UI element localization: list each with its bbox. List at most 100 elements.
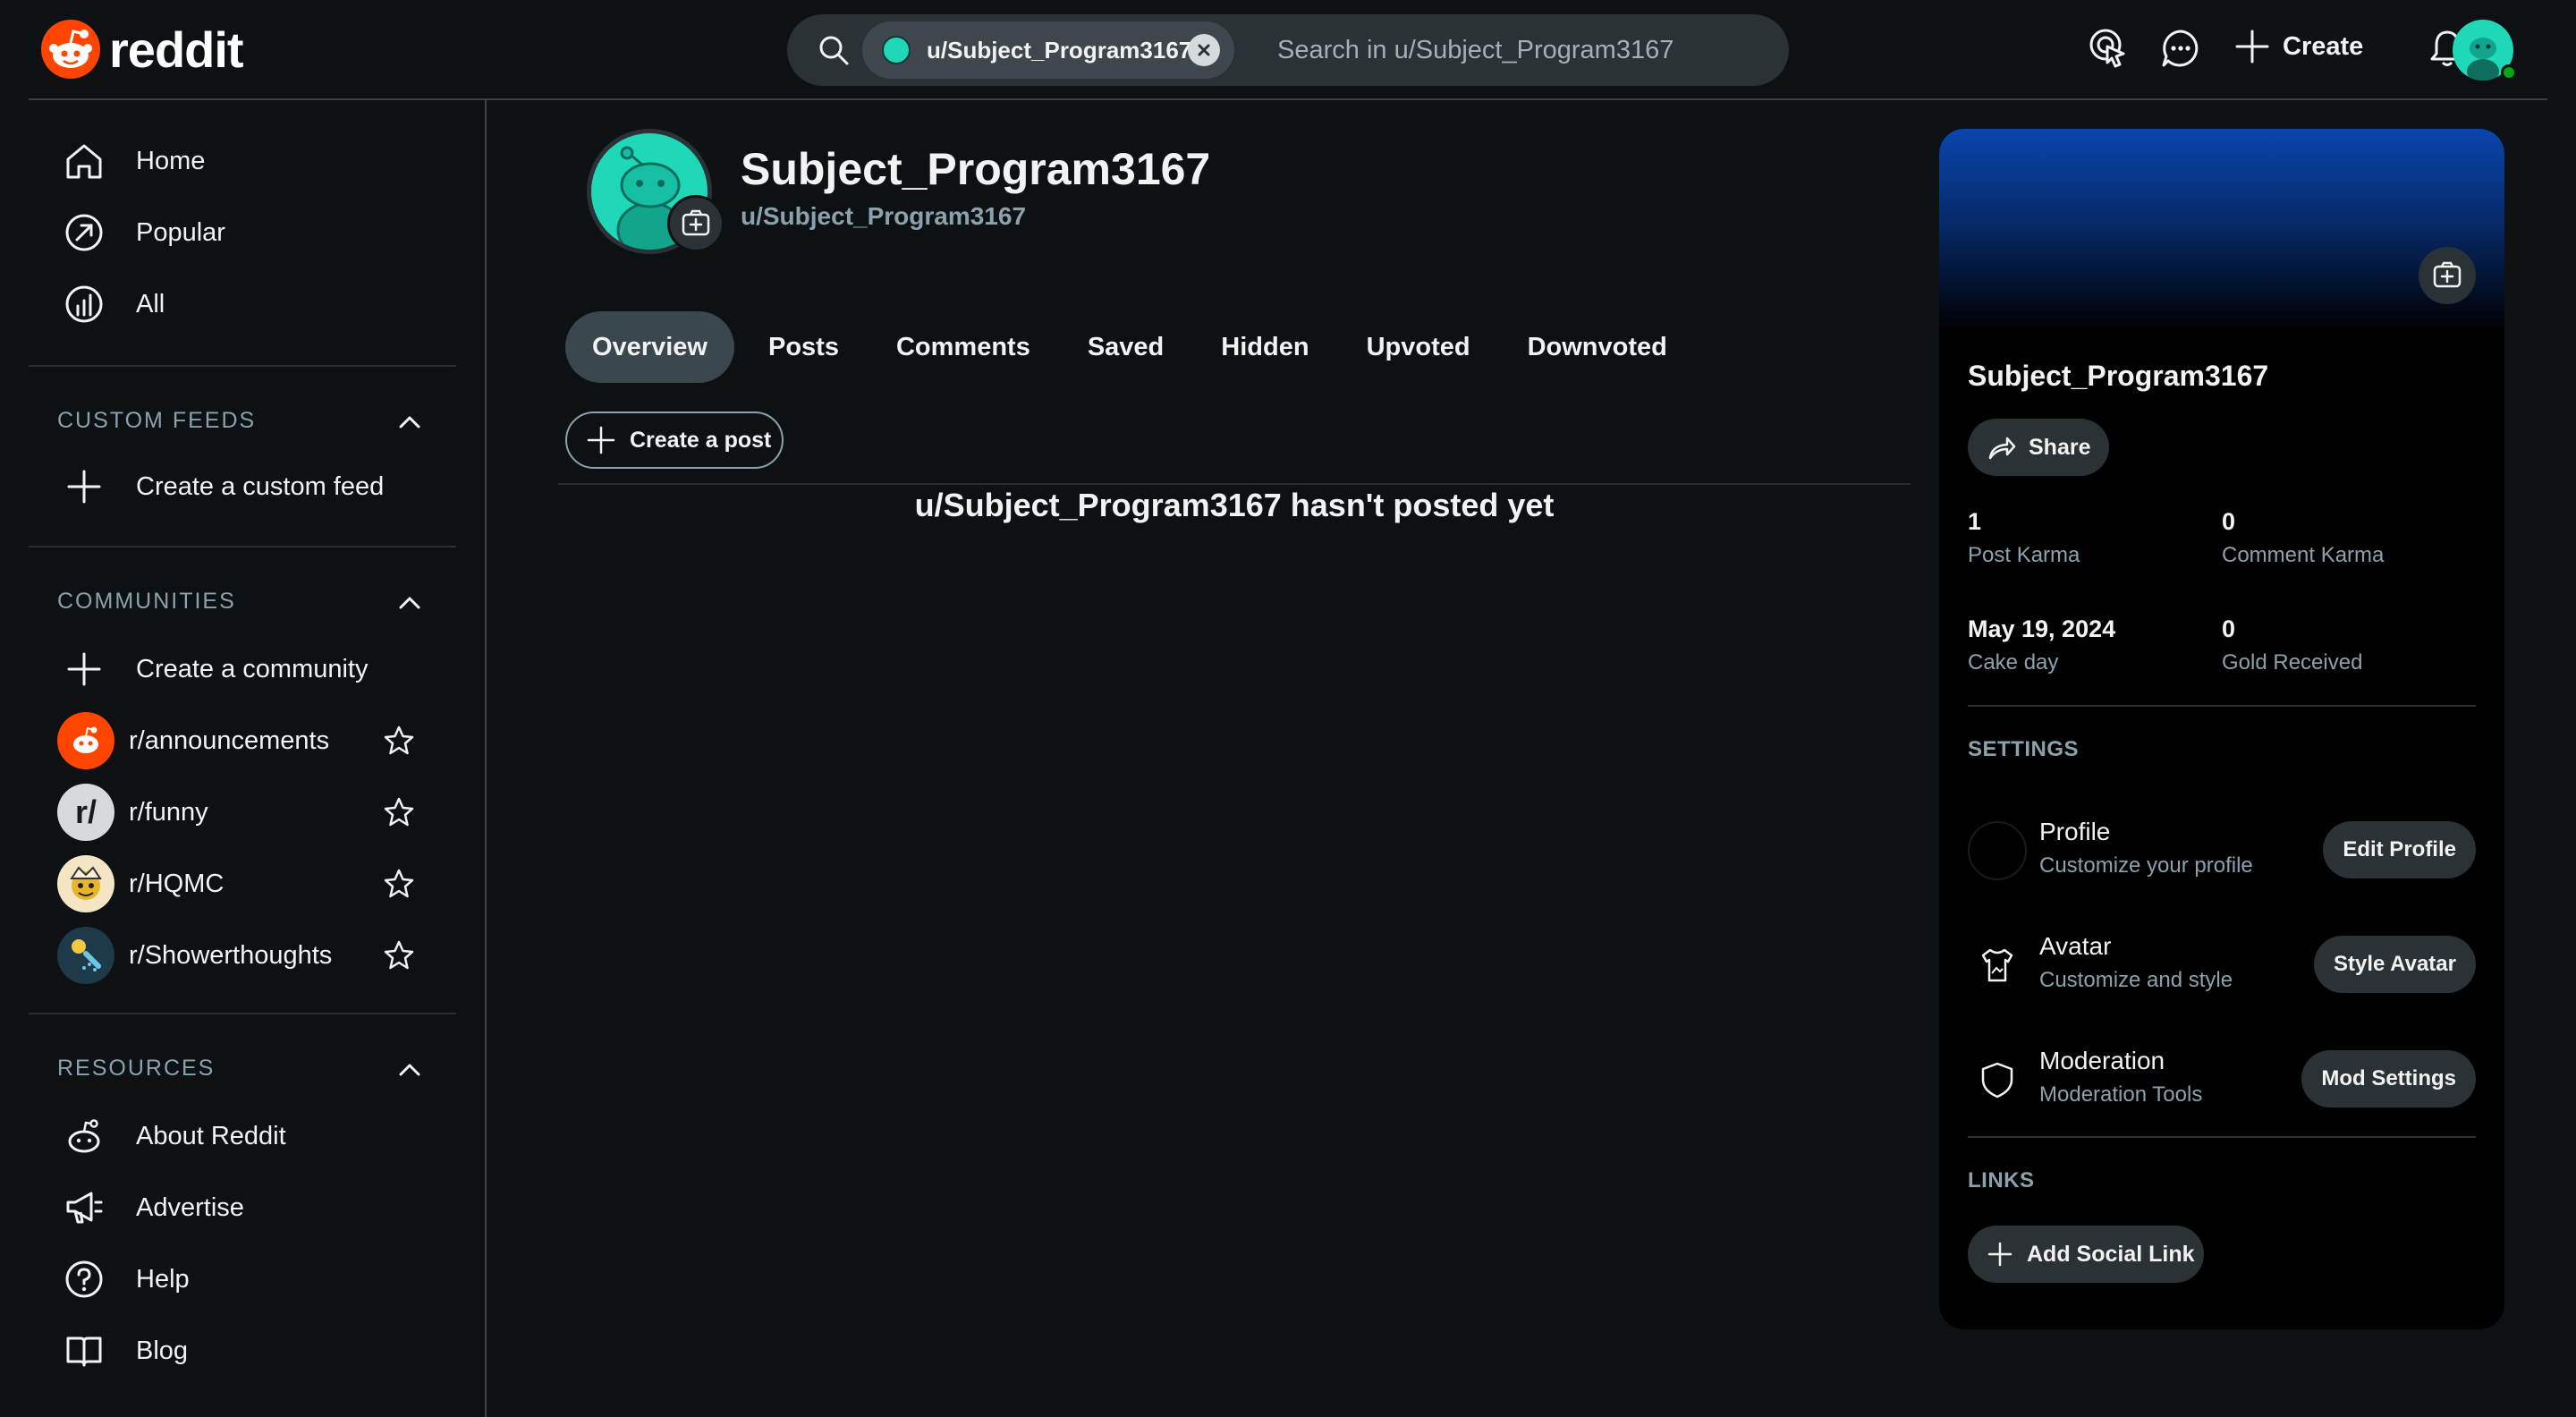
create-post-button[interactable]: Create a post xyxy=(565,412,784,469)
setting-title: Avatar xyxy=(2039,932,2112,960)
tab-saved[interactable]: Saved xyxy=(1068,311,1183,383)
search-scope-chip[interactable]: u/Subject_Program3167 xyxy=(862,21,1234,79)
hqmc-community-icon xyxy=(57,855,114,912)
community-label: r/announcements xyxy=(129,725,330,755)
edit-banner-button[interactable] xyxy=(2419,247,2476,304)
advertise-cursor-icon[interactable] xyxy=(2088,27,2131,70)
tab-overview[interactable]: Overview xyxy=(565,311,734,383)
feed-divider xyxy=(558,483,1911,485)
custom-feeds-heading[interactable]: CUSTOM FEEDS xyxy=(57,408,256,434)
megaphone-icon xyxy=(66,1192,103,1224)
mod-settings-button[interactable]: Mod Settings xyxy=(2301,1050,2476,1107)
search-scope-label: u/Subject_Program3167 xyxy=(927,36,1192,64)
add-social-link-label: Add Social Link xyxy=(2027,1241,2195,1267)
search-icon xyxy=(819,36,849,65)
stat-post-karma: 1 Post Karma xyxy=(1968,508,2080,568)
chat-icon[interactable] xyxy=(2159,27,2202,70)
logo-wordmark: reddit xyxy=(109,21,244,78)
sidebar-item-advertise[interactable]: Advertise xyxy=(64,1179,244,1236)
plus-icon xyxy=(587,426,615,454)
star-icon[interactable] xyxy=(383,725,415,757)
stat-gold-received: 0 Gold Received xyxy=(2222,615,2362,675)
card-divider xyxy=(1968,705,2476,707)
create-custom-feed[interactable]: Create a custom feed xyxy=(64,458,384,515)
style-avatar-button[interactable]: Style Avatar xyxy=(2314,936,2476,993)
setting-title: Moderation xyxy=(2039,1047,2165,1074)
tab-upvoted[interactable]: Upvoted xyxy=(1347,311,1490,383)
add-image-icon xyxy=(2433,261,2462,288)
star-icon[interactable] xyxy=(383,939,415,972)
stat-label: Post Karma xyxy=(1968,543,2080,567)
profile-settings-icon xyxy=(1968,821,2027,880)
add-social-link-button[interactable]: Add Social Link xyxy=(1968,1226,2204,1283)
sidebar-divider xyxy=(29,365,456,367)
add-image-icon xyxy=(682,209,710,236)
chevron-up-icon[interactable] xyxy=(397,410,422,435)
stat-label: Cake day xyxy=(1968,650,2059,675)
shield-icon xyxy=(1968,1050,2027,1109)
sidebar-item-home[interactable]: Home xyxy=(64,132,205,190)
empty-feed-message: u/Subject_Program3167 hasn't posted yet xyxy=(914,487,1555,523)
sidebar-item-about-reddit[interactable]: About Reddit xyxy=(64,1107,286,1165)
tab-posts[interactable]: Posts xyxy=(749,311,859,383)
left-sidebar: Home Popular All CUSTOM FEEDS Create a c… xyxy=(29,100,487,1417)
profile-handle: u/Subject_Program3167 xyxy=(741,202,1027,230)
share-button[interactable]: Share xyxy=(1968,419,2109,476)
community-item-funny[interactable]: r/ r/funny xyxy=(57,784,208,841)
community-item-showerthoughts[interactable]: r/Showerthoughts xyxy=(57,927,332,984)
setting-subtitle: Customize your profile xyxy=(2039,853,2253,878)
tab-downvoted[interactable]: Downvoted xyxy=(1508,311,1687,383)
sidebar-item-all[interactable]: All xyxy=(64,276,165,333)
sidebar-item-blog[interactable]: Blog xyxy=(64,1322,188,1379)
sidebar-divider xyxy=(29,1013,456,1014)
create-button[interactable]: Create xyxy=(2234,29,2363,64)
popular-icon xyxy=(65,214,103,251)
edit-profile-button[interactable]: Edit Profile xyxy=(2323,821,2476,878)
stat-value: 1 xyxy=(1968,508,1982,535)
plus-icon xyxy=(1987,1242,2012,1267)
reddit-logo[interactable]: reddit xyxy=(41,20,244,79)
community-item-announcements[interactable]: r/announcements xyxy=(57,712,329,769)
create-community[interactable]: Create a community xyxy=(64,641,369,698)
stat-value: May 19, 2024 xyxy=(1968,615,2116,642)
funny-community-icon: r/ xyxy=(57,784,114,841)
chevron-up-icon[interactable] xyxy=(397,1057,422,1082)
resources-heading[interactable]: RESOURCES xyxy=(57,1056,215,1082)
help-icon xyxy=(65,1260,103,1298)
online-status-dot xyxy=(2501,64,2517,81)
plus-icon xyxy=(2235,30,2269,64)
sidebar-item-label: Blog xyxy=(136,1336,189,1365)
star-icon[interactable] xyxy=(383,868,415,900)
sidebar-item-help[interactable]: Help xyxy=(64,1251,190,1308)
create-post-label: Create a post xyxy=(630,427,772,453)
setting-avatar: Avatar Customize and style Style Avatar xyxy=(1968,932,2476,997)
profile-display-name: Subject_Program3167 xyxy=(741,144,1211,194)
tab-comments[interactable]: Comments xyxy=(877,311,1050,383)
community-item-hqmc[interactable]: r/HQMC xyxy=(57,855,224,912)
user-avatar-icon xyxy=(882,36,911,64)
stat-cake-day: May 19, 2024 Cake day xyxy=(1968,615,2115,675)
search-input[interactable] xyxy=(1277,29,1760,72)
avatar-shirt-icon xyxy=(1968,936,2027,995)
profile-tabs: Overview Posts Comments Saved Hidden Upv… xyxy=(565,311,1705,383)
search-bar[interactable]: u/Subject_Program3167 xyxy=(787,14,1789,86)
showerthoughts-community-icon xyxy=(57,927,114,984)
sidebar-item-popular[interactable]: Popular xyxy=(64,204,225,261)
chevron-up-icon[interactable] xyxy=(397,590,422,615)
settings-heading: SETTINGS xyxy=(1968,737,2080,761)
sidebar-item-label: About Reddit xyxy=(136,1121,286,1150)
community-label: r/Showerthoughts xyxy=(129,940,333,970)
setting-profile: Profile Customize your profile Edit Prof… xyxy=(1968,818,2476,882)
plus-icon xyxy=(67,470,101,504)
star-icon[interactable] xyxy=(383,796,415,828)
share-label: Share xyxy=(2029,434,2091,460)
tab-hidden[interactable]: Hidden xyxy=(1201,311,1328,383)
close-icon xyxy=(1198,44,1210,56)
communities-heading[interactable]: COMMUNITIES xyxy=(57,589,236,615)
stat-value: 0 xyxy=(2222,508,2236,535)
stat-label: Gold Received xyxy=(2222,650,2363,675)
clear-scope-button[interactable] xyxy=(1188,34,1220,66)
create-custom-feed-label: Create a custom feed xyxy=(136,471,385,501)
edit-avatar-button[interactable] xyxy=(667,195,724,252)
share-icon xyxy=(1988,437,2016,460)
